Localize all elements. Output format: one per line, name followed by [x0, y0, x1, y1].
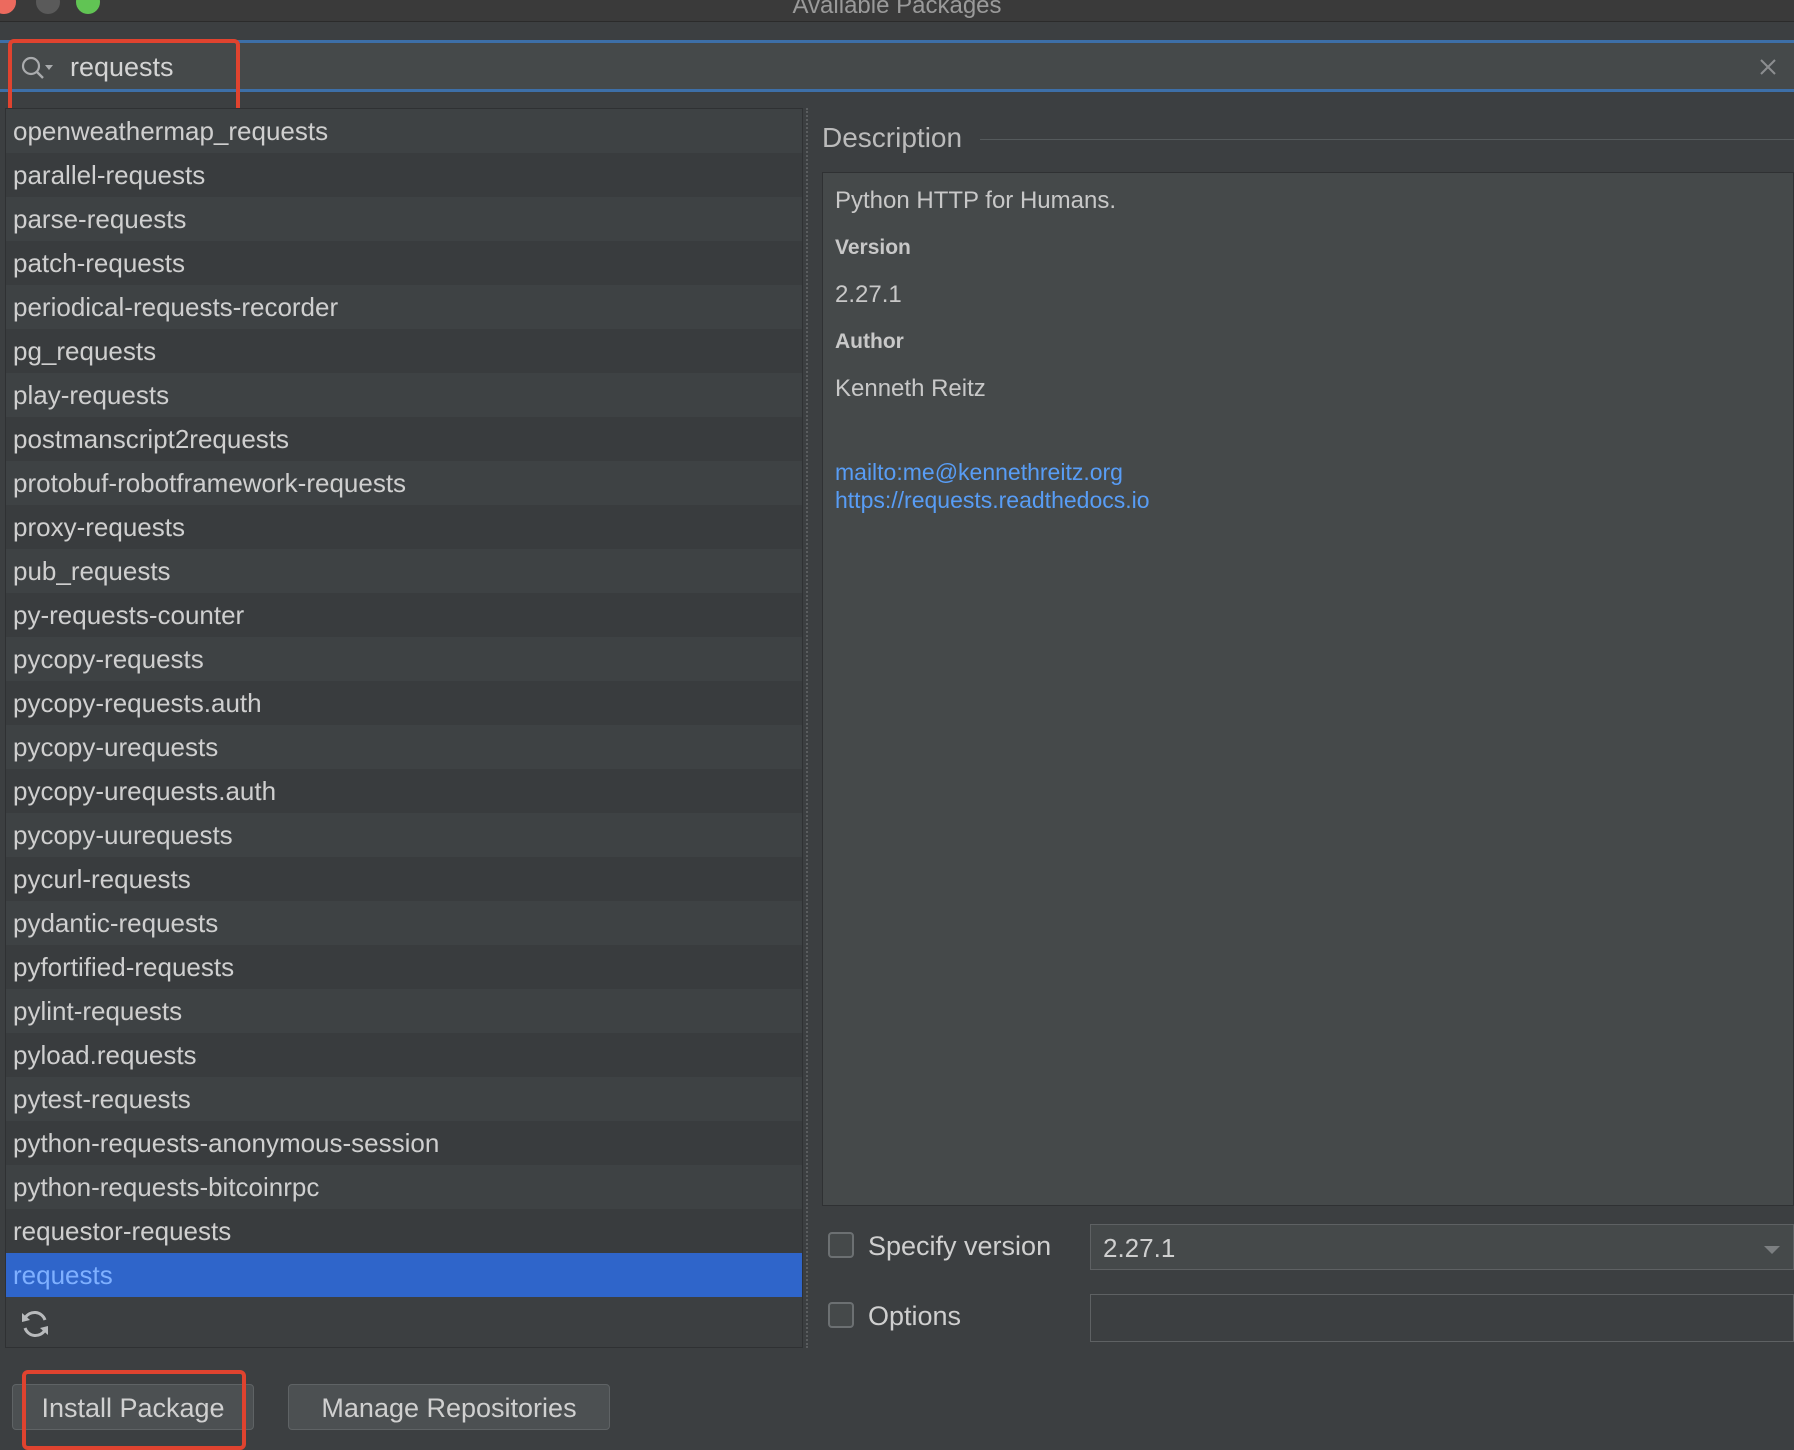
package-row[interactable]: pycopy-urequests	[6, 725, 802, 769]
package-row[interactable]: pycopy-requests	[6, 637, 802, 681]
package-row[interactable]: pydantic-requests	[6, 901, 802, 945]
package-row[interactable]: parse-requests	[6, 197, 802, 241]
search-input[interactable]	[68, 49, 1672, 85]
version-value: 2.27.1	[835, 281, 902, 308]
package-row[interactable]: py-requests-counter	[6, 593, 802, 637]
version-select[interactable]: 2.27.1	[1090, 1224, 1794, 1270]
specify-version-label: Specify version	[868, 1231, 1052, 1261]
options-checkbox[interactable]	[828, 1302, 854, 1328]
package-summary: Python HTTP for Humans.	[835, 187, 1116, 214]
package-row[interactable]: pycurl-requests	[6, 857, 802, 901]
close-icon[interactable]	[1758, 57, 1778, 77]
package-row[interactable]: pub_requests	[6, 549, 802, 593]
description-divider	[980, 139, 1794, 140]
description-header: Description	[822, 122, 963, 153]
package-row[interactable]: pycopy-urequests.auth	[6, 769, 802, 813]
author-email-link[interactable]: mailto:me@kennethreitz.org	[835, 459, 1123, 486]
package-row[interactable]: play-requests	[6, 373, 802, 417]
package-row[interactable]: python-requests-bitcoinrpc	[6, 1165, 802, 1209]
package-row[interactable]: pg_requests	[6, 329, 802, 373]
manage-repositories-button[interactable]: Manage Repositories	[288, 1384, 610, 1430]
refresh-icon[interactable]	[18, 1307, 52, 1341]
search-bar	[0, 40, 1794, 92]
available-packages-dialog: Available Packages openweathermap_reques…	[0, 0, 1794, 1450]
homepage-link[interactable]: https://requests.readthedocs.io	[835, 487, 1150, 514]
install-package-button[interactable]: Install Package	[12, 1384, 254, 1430]
options-label: Options	[868, 1301, 962, 1331]
version-select-value: 2.27.1	[1103, 1233, 1176, 1263]
version-label: Version	[835, 236, 911, 259]
package-row[interactable]: openweathermap_requests	[6, 109, 802, 153]
package-row[interactable]: pytest-requests	[6, 1077, 802, 1121]
package-row[interactable]: requestor-requests	[6, 1209, 802, 1253]
package-row[interactable]: protobuf-robotframework-requests	[6, 461, 802, 505]
panel-splitter[interactable]	[806, 108, 814, 1348]
package-row-selected[interactable]: requests	[6, 1253, 802, 1297]
package-rows: openweathermap_requests parallel-requests…	[6, 109, 802, 1297]
package-row[interactable]: pylint-requests	[6, 989, 802, 1033]
package-row[interactable]: proxy-requests	[6, 505, 802, 549]
package-row[interactable]: periodical-requests-recorder	[6, 285, 802, 329]
package-row[interactable]: pyload.requests	[6, 1033, 802, 1077]
description-panel: Python HTTP for Humans. Version 2.27.1 A…	[822, 172, 1794, 1206]
package-row[interactable]: parallel-requests	[6, 153, 802, 197]
package-row[interactable]: patch-requests	[6, 241, 802, 285]
search-icon[interactable]	[20, 55, 56, 81]
package-row[interactable]: python-requests-anonymous-session	[6, 1121, 802, 1165]
window-title: Available Packages	[792, 0, 1002, 19]
package-list: openweathermap_requests parallel-requests…	[5, 108, 803, 1348]
chevron-down-icon	[1763, 1243, 1781, 1255]
package-row[interactable]: pycopy-uurequests	[6, 813, 802, 857]
options-field[interactable]	[1090, 1294, 1794, 1342]
specify-version-checkbox[interactable]	[828, 1232, 854, 1258]
package-row[interactable]: postmanscript2requests	[6, 417, 802, 461]
package-row[interactable]: pyfortified-requests	[6, 945, 802, 989]
title-bar: Available Packages	[0, 0, 1794, 22]
author-value: Kenneth Reitz	[835, 375, 986, 402]
author-label: Author	[835, 330, 904, 353]
package-row[interactable]: pycopy-requests.auth	[6, 681, 802, 725]
